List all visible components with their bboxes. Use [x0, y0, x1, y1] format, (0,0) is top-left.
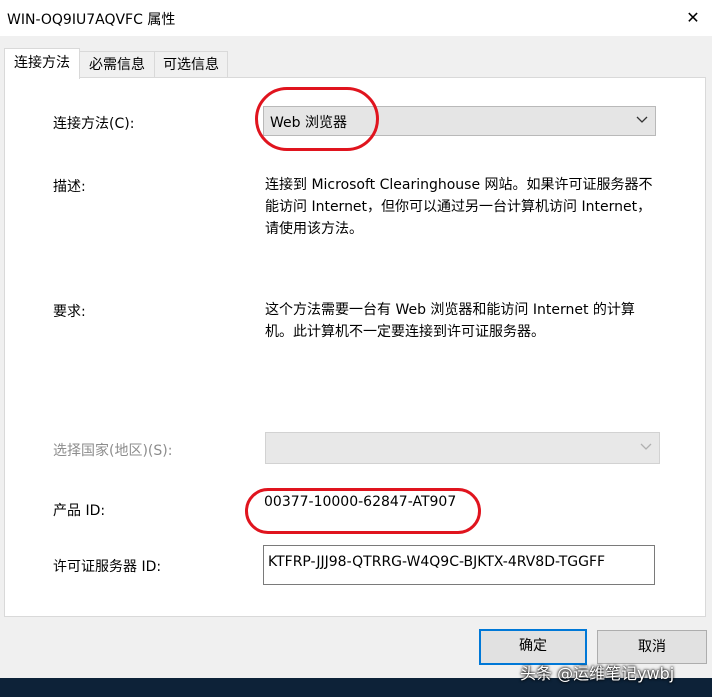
tab-required-info[interactable]: 必需信息 [79, 51, 155, 78]
chevron-down-icon [639, 436, 653, 462]
chevron-down-icon [635, 110, 649, 134]
watermark: 头条 @运维笔记ywbj [520, 664, 675, 683]
cancel-button[interactable]: 取消 [597, 630, 707, 664]
license-server-id-label: 许可证服务器 ID: [53, 559, 162, 575]
tab-connection-method[interactable]: 连接方法 [4, 48, 80, 79]
description-label: 描述: [53, 179, 86, 195]
tab-panel: 连接方法(C): Web 浏览器 描述: 连接到 Microsoft Clear… [4, 77, 706, 617]
product-id-label: 产品 ID: [53, 503, 106, 519]
red-annotation-product-id [245, 488, 481, 534]
requirements-line: 机。此计算机不一定要连接到许可证服务器。 [265, 324, 545, 340]
tab-optional-info[interactable]: 可选信息 [154, 51, 228, 78]
close-icon[interactable]: ✕ [680, 6, 706, 30]
title-bar: WIN-OQ9IU7AQVFC 属性 ✕ [0, 0, 712, 36]
requirements-line: 这个方法需要一台有 Web 浏览器和能访问 Internet 的计算 [265, 302, 635, 318]
license-server-id-field[interactable]: KTFRP-JJJ98-QTRRG-W4Q9C-BJKTX-4RV8D-TGGF… [263, 545, 655, 585]
window-title: WIN-OQ9IU7AQVFC 属性 [7, 12, 176, 28]
tab-strip: 连接方法 必需信息 可选信息 [0, 48, 712, 79]
license-server-id-value: KTFRP-JJJ98-QTRRG-W4Q9C-BJKTX-4RV8D-TGGF… [268, 554, 606, 570]
country-label: 选择国家(地区)(S): [53, 443, 173, 459]
country-dropdown[interactable] [265, 432, 660, 464]
description-line: 连接到 Microsoft Clearinghouse 网站。如果许可证服务器不 [265, 177, 653, 193]
description-line: 能访问 Internet，但你可以通过另一台计算机访问 Internet， [265, 199, 652, 215]
requirements-label: 要求: [53, 304, 86, 320]
connection-method-label: 连接方法(C): [53, 116, 135, 132]
requirements-text: 这个方法需要一台有 Web 浏览器和能访问 Internet 的计算 机。此计算… [265, 299, 695, 343]
red-annotation-method [255, 87, 379, 151]
description-text: 连接到 Microsoft Clearinghouse 网站。如果许可证服务器不… [265, 174, 695, 240]
description-line: 请使用该方法。 [265, 221, 363, 237]
